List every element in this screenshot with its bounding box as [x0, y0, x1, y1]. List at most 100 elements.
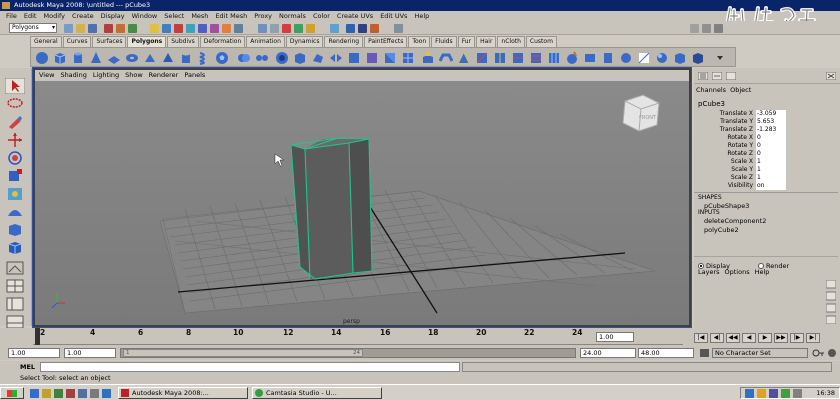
tray-shield-icon[interactable]: [757, 389, 766, 398]
mask-all-icon[interactable]: [150, 24, 159, 33]
attr-value[interactable]: -3.059: [756, 110, 786, 118]
soft-modification-icon[interactable]: [5, 204, 25, 220]
animation-preferences-icon[interactable]: [826, 348, 838, 358]
shelf-options-icon[interactable]: [713, 51, 727, 65]
attr-value[interactable]: 1: [756, 158, 786, 166]
shelf-tab-rendering[interactable]: Rendering: [324, 36, 364, 47]
quadrangulate-icon[interactable]: [401, 51, 415, 65]
play-backwards-icon[interactable]: ◀: [742, 333, 756, 343]
planar-mapping-icon[interactable]: [583, 51, 597, 65]
menu-normals[interactable]: Normals: [279, 11, 306, 21]
fill-hole-icon[interactable]: [347, 51, 361, 65]
quick-launch-desktop-icon[interactable]: [42, 389, 51, 398]
sculpt-geometry-icon[interactable]: [565, 51, 579, 65]
quick-launch-tool-icon[interactable]: [90, 389, 99, 398]
quick-launch-app-icon[interactable]: [54, 389, 63, 398]
attr-value[interactable]: -1.283: [756, 126, 786, 134]
poly-sphere-icon[interactable]: [35, 51, 49, 65]
character-set-icon[interactable]: [700, 349, 709, 357]
menu-create[interactable]: Create: [72, 11, 94, 21]
move-layer-down-icon[interactable]: [826, 315, 836, 324]
new-scene-icon[interactable]: [64, 24, 73, 33]
cylindrical-mapping-icon[interactable]: [601, 51, 615, 65]
channels-menu[interactable]: Channels: [696, 86, 726, 94]
menu-modify[interactable]: Modify: [43, 11, 65, 21]
auto-key-icon[interactable]: [812, 348, 824, 358]
bridge-icon[interactable]: [439, 51, 453, 65]
mask-rendering-icon[interactable]: [234, 24, 243, 33]
animation-end-field[interactable]: 48.00: [638, 348, 694, 358]
combine-icon[interactable]: [237, 51, 251, 65]
snap-curve-icon[interactable]: [270, 24, 279, 33]
reduce-icon[interactable]: [311, 51, 325, 65]
attr-value[interactable]: 1: [756, 166, 786, 174]
attr-scale-z[interactable]: Scale Z1: [694, 174, 838, 182]
viewport-menu-shading[interactable]: Shading: [60, 70, 86, 81]
menu-mesh[interactable]: Mesh: [191, 11, 208, 21]
pcube-object[interactable]: [290, 137, 373, 280]
move-layer-up-icon[interactable]: [826, 303, 836, 313]
split-polygon-icon[interactable]: [493, 51, 507, 65]
menu-proxy[interactable]: Proxy: [254, 11, 272, 21]
rotate-tool-icon[interactable]: [5, 150, 25, 166]
save-scene-icon[interactable]: [88, 24, 97, 33]
mask-dynamics-icon[interactable]: [222, 24, 231, 33]
smooth-icon[interactable]: [293, 51, 307, 65]
menu-color[interactable]: Color: [313, 11, 330, 21]
shelf-tab-curves[interactable]: Curves: [62, 36, 92, 47]
attr-value[interactable]: 0: [756, 150, 786, 158]
shelf-tab-polygons[interactable]: Polygons: [127, 36, 167, 47]
viewport-menu-show[interactable]: Show: [125, 70, 143, 81]
poly-soccer-ball-icon[interactable]: [215, 51, 229, 65]
shelf-tab-painteffects[interactable]: PaintEffects: [364, 36, 408, 47]
mask-surfaces-icon[interactable]: [198, 24, 207, 33]
step-back-icon[interactable]: ◀|: [710, 333, 724, 343]
add-divisions-icon[interactable]: [547, 51, 561, 65]
menu-set-select[interactable]: Polygons: [9, 23, 57, 33]
attr-rotate-y[interactable]: Rotate Y0: [694, 142, 838, 150]
current-frame-field[interactable]: 1.00: [596, 332, 634, 342]
shelf-tab-toon[interactable]: Toon: [408, 36, 431, 47]
step-back-key-icon[interactable]: ◀◀: [726, 333, 740, 343]
mask-joints-icon[interactable]: [174, 24, 183, 33]
menu-file[interactable]: File: [6, 11, 17, 21]
last-used-tool-icon[interactable]: [5, 240, 25, 256]
poly-pyramid-icon[interactable]: [161, 51, 175, 65]
task-camtasia[interactable]: Camtasia Studio - U...: [252, 387, 382, 399]
shelf-tab-animation[interactable]: Animation: [246, 36, 285, 47]
ipr-render-icon[interactable]: [358, 24, 367, 33]
harden-edge-icon[interactable]: [691, 51, 705, 65]
cleanup-icon[interactable]: [365, 51, 379, 65]
viewport-menu-view[interactable]: View: [39, 70, 54, 81]
select-object-icon[interactable]: [116, 24, 125, 33]
select-component-icon[interactable]: [128, 24, 137, 33]
input-field-icon[interactable]: [394, 24, 403, 33]
quick-launch-folder-icon[interactable]: [78, 389, 87, 398]
tray-volume-icon[interactable]: [793, 389, 802, 398]
append-polygon-icon[interactable]: [457, 51, 471, 65]
shelf-tab-surfaces[interactable]: Surfaces: [92, 36, 127, 47]
step-forward-key-icon[interactable]: ▶▶: [774, 333, 788, 343]
attr-rotate-z[interactable]: Rotate Z0: [694, 150, 838, 158]
step-forward-icon[interactable]: |▶: [790, 333, 804, 343]
attr-value[interactable]: 0: [756, 134, 786, 142]
menu-display[interactable]: Display: [101, 11, 125, 21]
poly-plane-icon[interactable]: [107, 51, 121, 65]
shelf-tab-dynamics[interactable]: Dynamics: [285, 36, 324, 47]
shelf-tab-custom[interactable]: Custom: [525, 36, 557, 47]
object-menu[interactable]: Object: [730, 86, 751, 94]
universal-manipulator-icon[interactable]: [5, 186, 25, 202]
render-settings-icon[interactable]: [370, 24, 379, 33]
poly-prism-icon[interactable]: [143, 51, 157, 65]
show-attribute-editor-icon[interactable]: [690, 24, 699, 33]
snap-grid-icon[interactable]: [258, 24, 267, 33]
layer-help-menu[interactable]: Help: [755, 268, 770, 276]
render-frame-icon[interactable]: [346, 24, 355, 33]
attr-value[interactable]: on: [756, 182, 786, 190]
poly-torus-icon[interactable]: [125, 51, 139, 65]
panel-collapse-icon[interactable]: [826, 72, 836, 80]
persp-outliner-layout-icon[interactable]: [5, 296, 25, 312]
open-scene-icon[interactable]: [76, 24, 85, 33]
viewport-menu-renderer[interactable]: Renderer: [149, 70, 179, 81]
poly-pipe-icon[interactable]: [179, 51, 193, 65]
